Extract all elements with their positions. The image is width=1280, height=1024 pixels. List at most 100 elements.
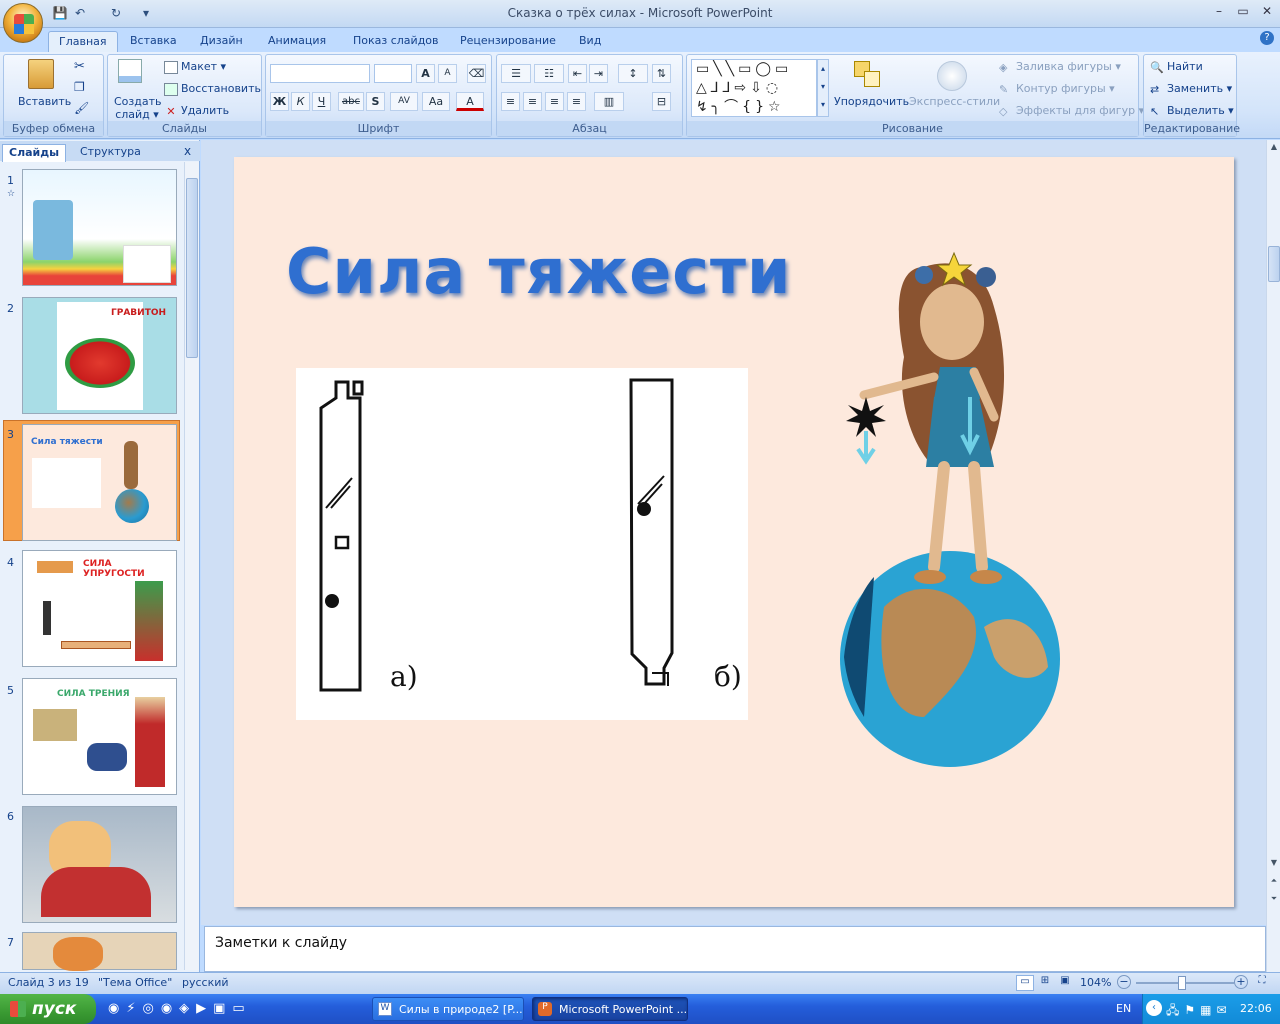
- tab-insert[interactable]: Вставка: [120, 31, 187, 52]
- group-font: A A ⌫ Ж К Ч abc S AV Aa A Шрифт: [265, 54, 492, 137]
- font-size-combo[interactable]: [374, 64, 412, 83]
- char-spacing-icon[interactable]: AV: [390, 92, 418, 111]
- align-left-icon[interactable]: ≡: [501, 92, 520, 111]
- italic-button[interactable]: К: [291, 92, 310, 111]
- slide-title[interactable]: Сила тяжести: [286, 235, 791, 308]
- minimize-icon[interactable]: –: [1208, 4, 1230, 22]
- clear-format-icon[interactable]: ⌫: [467, 64, 486, 83]
- slide-thumbnail-7[interactable]: [22, 932, 177, 971]
- underline-button[interactable]: Ч: [312, 92, 331, 111]
- copy-icon[interactable]: ❐: [74, 80, 85, 94]
- new-slide-button[interactable]: Создать слайд ▾: [114, 95, 162, 121]
- zoom-out-icon[interactable]: −: [1117, 975, 1131, 989]
- prev-slide-icon[interactable]: ⏶: [1268, 876, 1280, 890]
- slide-thumbnail-3[interactable]: Сила тяжести: [22, 424, 177, 541]
- keyboard-language[interactable]: EN: [1116, 1002, 1131, 1015]
- zoom-slider-thumb[interactable]: [1178, 976, 1186, 990]
- tab-outline[interactable]: Структура: [74, 144, 147, 162]
- change-case-button[interactable]: Aa: [422, 92, 450, 111]
- figure-image[interactable]: а) б): [296, 368, 748, 720]
- slide-sorter-icon[interactable]: ⊞: [1036, 975, 1054, 991]
- scroll-thumb[interactable]: [186, 178, 198, 358]
- align-text-icon[interactable]: ⊟: [652, 92, 671, 111]
- paste-button[interactable]: Вставить: [18, 95, 71, 108]
- slide-thumbnail-5[interactable]: СИЛА ТРЕНИЯ: [22, 678, 177, 795]
- cut-icon[interactable]: ✂: [74, 59, 85, 74]
- find-button[interactable]: Найти: [1167, 60, 1203, 73]
- line-spacing-icon[interactable]: ↕: [618, 64, 648, 83]
- align-center-icon[interactable]: ≡: [523, 92, 542, 111]
- tab-home[interactable]: Главная: [48, 31, 118, 52]
- office-button[interactable]: [3, 3, 43, 43]
- arrange-icon[interactable]: [854, 61, 882, 89]
- format-painter-icon[interactable]: 🖌: [74, 101, 89, 115]
- girl-on-earth-illustration[interactable]: [834, 247, 1074, 777]
- main-scroll-thumb[interactable]: [1268, 246, 1280, 282]
- status-language[interactable]: русский: [182, 976, 229, 989]
- delete-button[interactable]: Удалить: [181, 104, 229, 117]
- slides-pane-scrollbar[interactable]: [184, 162, 199, 970]
- slideshow-icon[interactable]: ▣: [1056, 975, 1074, 991]
- scroll-down-icon[interactable]: ▼: [1268, 858, 1280, 870]
- shape-fill-button[interactable]: Заливка фигуры ▾: [1016, 60, 1121, 73]
- tab-design[interactable]: Дизайн: [190, 31, 253, 52]
- select-button[interactable]: Выделить ▾: [1167, 104, 1234, 117]
- close-pane-icon[interactable]: x: [184, 144, 191, 158]
- fit-to-window-icon[interactable]: ⛶: [1254, 975, 1270, 991]
- main-scrollbar[interactable]: ▲ ▼ ⏶ ⏷: [1266, 140, 1280, 972]
- next-slide-icon[interactable]: ⏷: [1268, 894, 1280, 908]
- select-icon: ↖: [1150, 104, 1160, 118]
- tab-view[interactable]: Вид: [569, 31, 611, 52]
- quick-launch-icons[interactable]: ◉⚡◎◉◈▶▣▭: [108, 1001, 252, 1016]
- font-color-button[interactable]: A: [456, 92, 484, 111]
- normal-view-icon[interactable]: ▭: [1016, 975, 1034, 991]
- bold-button[interactable]: Ж: [270, 92, 289, 111]
- quick-styles-icon[interactable]: [937, 61, 967, 91]
- font-name-combo[interactable]: [270, 64, 370, 83]
- shape-outline-button[interactable]: Контур фигуры ▾: [1016, 82, 1115, 95]
- shape-effects-button[interactable]: Эффекты для фигур ▾: [1016, 104, 1144, 117]
- new-slide-icon[interactable]: [118, 59, 142, 83]
- reset-button[interactable]: Восстановить: [181, 82, 261, 95]
- office-logo-icon: [14, 14, 34, 34]
- zoom-level[interactable]: 104%: [1080, 976, 1111, 989]
- tab-review[interactable]: Рецензирование: [450, 31, 566, 52]
- shadow-button[interactable]: S: [366, 92, 385, 111]
- close-icon[interactable]: ✕: [1256, 4, 1278, 22]
- justify-icon[interactable]: ≡: [567, 92, 586, 111]
- bullets-icon[interactable]: ☰: [501, 64, 531, 83]
- help-icon[interactable]: ?: [1260, 31, 1274, 45]
- tab-slideshow[interactable]: Показ слайдов: [343, 31, 449, 52]
- zoom-in-icon[interactable]: +: [1234, 975, 1248, 989]
- columns-icon[interactable]: ▥: [594, 92, 624, 111]
- tray-expand-icon[interactable]: ‹: [1146, 1000, 1162, 1016]
- taskbar-button-word[interactable]: Силы в природе2 [P...: [372, 997, 524, 1021]
- shrink-font-button[interactable]: A: [438, 64, 457, 83]
- slide-canvas[interactable]: Сила тяжести а) б): [234, 157, 1234, 907]
- strikethrough-button[interactable]: abc: [338, 92, 364, 111]
- tab-animation[interactable]: Анимация: [258, 31, 336, 52]
- slide-thumbnail-1[interactable]: [22, 169, 177, 286]
- tab-slides[interactable]: Слайды: [2, 144, 67, 162]
- paste-icon[interactable]: [28, 59, 54, 89]
- slide-thumbnail-4[interactable]: СИЛА УПРУГОСТИ: [22, 550, 177, 667]
- text-direction-icon[interactable]: ⇅: [652, 64, 671, 83]
- scroll-up-icon[interactable]: ▲: [1268, 142, 1280, 154]
- shapes-scroll[interactable]: ▴ ▾ ▾: [817, 59, 829, 117]
- arrange-button[interactable]: Упорядочить: [834, 95, 909, 108]
- increase-indent-icon[interactable]: ⇥: [589, 64, 608, 83]
- grow-font-button[interactable]: A: [416, 64, 435, 83]
- numbering-icon[interactable]: ☷: [534, 64, 564, 83]
- taskbar-button-powerpoint[interactable]: Microsoft PowerPoint ...: [532, 997, 688, 1021]
- decrease-indent-icon[interactable]: ⇤: [568, 64, 587, 83]
- replace-button[interactable]: Заменить ▾: [1167, 82, 1232, 95]
- shapes-gallery[interactable]: ▭╲╲▭◯▭ △⅃⅃⇨⇩◌ ↯╮⌒{}☆: [691, 59, 817, 117]
- align-right-icon[interactable]: ≡: [545, 92, 564, 111]
- quick-styles-button[interactable]: Экспресс-стили: [909, 95, 1000, 108]
- tray-icons[interactable]: 🖧⚑▦✉: [1166, 1001, 1232, 1022]
- slide-thumbnail-6[interactable]: [22, 806, 177, 923]
- notes-pane[interactable]: Заметки к слайду: [204, 926, 1266, 972]
- maximize-icon[interactable]: ▭: [1232, 4, 1254, 22]
- slide-thumbnail-2[interactable]: ГРАВИТОН: [22, 297, 177, 414]
- layout-button[interactable]: Макет ▾: [181, 60, 226, 73]
